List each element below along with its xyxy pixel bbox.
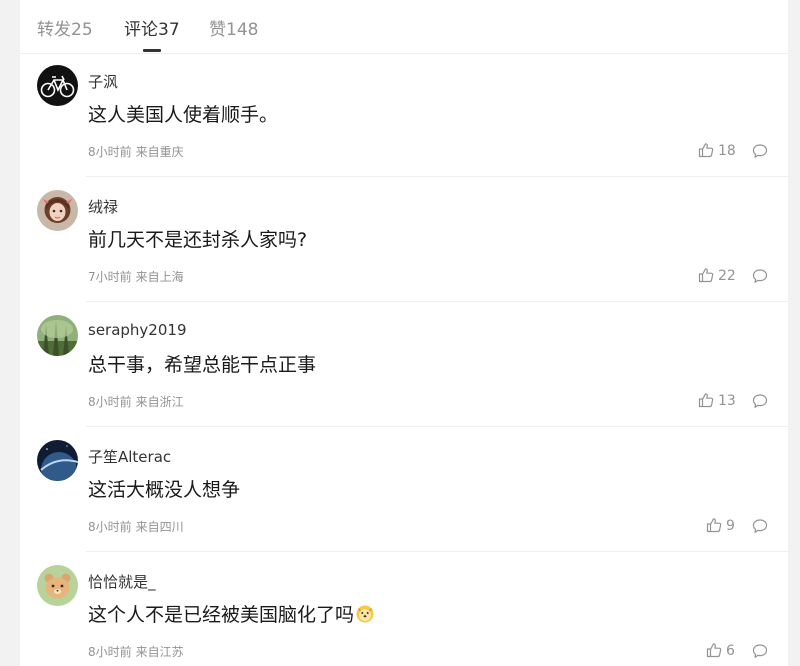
timestamp: 8小时前 [88, 520, 132, 534]
location: 来自重庆 [135, 145, 184, 159]
reply-button[interactable] [752, 643, 768, 663]
like-button[interactable]: 22 [698, 267, 736, 284]
tab-reposts[interactable]: 转发25 [37, 15, 93, 40]
reply-button[interactable] [752, 143, 768, 163]
divider [86, 176, 788, 177]
girl-avatar[interactable] [37, 190, 78, 231]
location: 来自江苏 [135, 645, 184, 659]
comment-bubble-icon [752, 269, 768, 283]
comment-panel: 转发25 评论37 赞148 子沨 这人美国人使着顺手。 8小时前 来自重庆 18 [20, 0, 788, 666]
thumbs-up-icon [698, 268, 714, 283]
like-count: 9 [726, 518, 735, 534]
username[interactable]: 子沨 [88, 71, 118, 92]
like-button[interactable]: 9 [706, 517, 735, 534]
comment-meta: 7小时前 来自上海 [88, 268, 184, 285]
comment-item: seraphy2019 总干事，希望总能干点正事 8小时前 来自浙江 13 [20, 303, 788, 427]
username[interactable]: 绒禄 [88, 196, 118, 217]
comment-item: 子笙Alterac 这活大概没人想争 8小时前 来自四川 9 [20, 428, 788, 552]
comment-text: 这个人不是已经被美国脑化了吗 [88, 600, 375, 629]
comment-bubble-icon [752, 644, 768, 658]
reply-button[interactable] [752, 268, 768, 288]
comment-meta: 8小时前 来自江苏 [88, 643, 184, 660]
comment-meta: 8小时前 来自浙江 [88, 393, 184, 410]
comment-text: 这人美国人使着顺手。 [88, 104, 279, 126]
reply-button[interactable] [752, 518, 768, 538]
timestamp: 8小时前 [88, 645, 132, 659]
thumbs-up-icon [698, 143, 714, 158]
reply-button[interactable] [752, 393, 768, 413]
timestamp: 8小时前 [88, 395, 132, 409]
comment-item: 恰恰就是_ 这个人不是已经被美国脑化了吗 8小时前 来自江苏 6 [20, 553, 788, 666]
like-count: 18 [718, 143, 736, 159]
username[interactable]: 子笙Alterac [88, 446, 171, 467]
comment-text: 总干事，希望总能干点正事 [88, 354, 317, 376]
comment-item: 绒禄 前几天不是还封杀人家吗? 7小时前 来自上海 22 [20, 178, 788, 302]
planet-avatar[interactable] [37, 440, 78, 481]
like-count: 13 [718, 393, 736, 409]
comment-bubble-icon [752, 519, 768, 533]
divider [86, 426, 788, 427]
divider [86, 551, 788, 552]
comment-meta: 8小时前 来自重庆 [88, 143, 184, 160]
tab-likes[interactable]: 赞148 [209, 15, 258, 40]
thumbs-up-icon [698, 393, 714, 408]
comment-text: 这活大概没人想争 [88, 479, 241, 501]
thumbs-up-icon [706, 643, 722, 658]
like-count: 22 [718, 268, 736, 284]
comment-item: 子沨 这人美国人使着顺手。 8小时前 来自重庆 18 [20, 53, 788, 177]
location: 来自浙江 [135, 395, 184, 409]
doge-emoji-icon [355, 604, 375, 629]
like-count: 6 [726, 643, 735, 659]
tab-bar: 转发25 评论37 赞148 [20, 0, 788, 54]
comment-bubble-icon [752, 394, 768, 408]
thumbs-up-icon [706, 518, 722, 533]
tab-comments[interactable]: 评论37 [124, 15, 180, 52]
location: 来自上海 [135, 270, 184, 284]
active-tab-indicator [142, 49, 161, 52]
comment-bubble-icon [752, 144, 768, 158]
forest-avatar[interactable] [37, 315, 78, 356]
timestamp: 7小时前 [88, 270, 132, 284]
comment-meta: 8小时前 来自四川 [88, 518, 184, 535]
like-button[interactable]: 6 [706, 642, 735, 659]
bear-avatar[interactable] [37, 565, 78, 606]
timestamp: 8小时前 [88, 145, 132, 159]
username[interactable]: 恰恰就是_ [88, 571, 156, 592]
divider [86, 301, 788, 302]
username[interactable]: seraphy2019 [88, 321, 186, 339]
comment-text: 前几天不是还封杀人家吗? [88, 229, 308, 251]
like-button[interactable]: 13 [698, 392, 736, 409]
bicycle-avatar[interactable] [37, 65, 78, 106]
like-button[interactable]: 18 [698, 142, 736, 159]
location: 来自四川 [135, 520, 184, 534]
